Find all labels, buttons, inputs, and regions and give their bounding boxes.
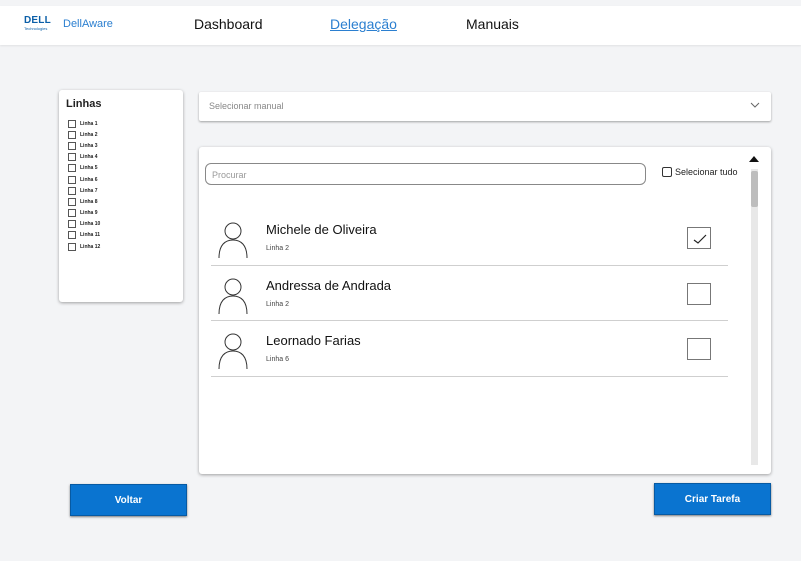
linha-label: Linha 4 (80, 154, 98, 161)
person-name: Leornado Farias (266, 333, 361, 348)
nav-dashboard[interactable]: Dashboard (194, 16, 263, 32)
nav-manuais[interactable]: Manuais (466, 16, 519, 32)
linha-checkbox[interactable] (68, 209, 76, 218)
linha-filter-item[interactable]: Linha 3 (68, 140, 100, 151)
checkmark-icon (693, 234, 707, 244)
linha-filter-item[interactable]: Linha 7 (68, 185, 100, 196)
logo-wordmark: DELL (24, 15, 51, 26)
back-button[interactable]: Voltar (70, 484, 187, 516)
user-avatar-icon (218, 333, 248, 370)
linha-label: Linha 3 (80, 142, 98, 149)
top-bar: DELL Technologies DellAware Dashboard De… (0, 6, 801, 45)
linha-filter-item[interactable]: Linha 1 (68, 118, 100, 129)
linha-checkbox[interactable] (68, 186, 76, 195)
manual-select[interactable]: Selecionar manual (199, 92, 771, 121)
linha-filter-item[interactable]: Linha 11 (68, 230, 100, 241)
person-line: Linha 6 (266, 356, 289, 363)
linha-label: Linha 1 (80, 120, 98, 127)
manual-select-placeholder: Selecionar manual (209, 101, 284, 111)
linha-checkbox[interactable] (68, 175, 76, 184)
nav-delegacao[interactable]: Delegação (330, 16, 397, 32)
person-name: Michele de Oliveira (266, 222, 377, 237)
search-input[interactable]: Procurar (205, 163, 646, 185)
scrollbar-thumb[interactable] (751, 171, 758, 207)
linha-label: Linha 12 (80, 243, 101, 250)
linha-filter-item[interactable]: Linha 5 (68, 163, 100, 174)
linhas-list: Linha 1 Linha 2 Linha 3 Linha 4 Linha 5 Linha… (68, 118, 100, 252)
dell-logo[interactable]: DELL Technologies (24, 16, 54, 36)
linha-label: Linha 6 (80, 176, 98, 183)
person-row: Andressa de Andrada Linha 2 (211, 266, 728, 321)
linha-checkbox[interactable] (68, 141, 76, 150)
linha-label: Linha 11 (80, 232, 101, 239)
person-line: Linha 2 (266, 245, 289, 252)
person-checkbox[interactable] (687, 338, 711, 360)
linha-label: Linha 7 (80, 187, 98, 194)
select-all-checkbox[interactable] (662, 167, 672, 177)
create-task-button[interactable]: Criar Tarefa (654, 483, 771, 515)
linha-filter-item[interactable]: Linha 10 (68, 219, 100, 230)
linha-filter-item[interactable]: Linha 8 (68, 196, 100, 207)
linha-checkbox[interactable] (68, 164, 76, 173)
linha-label: Linha 5 (80, 165, 98, 172)
linha-label: Linha 9 (80, 210, 98, 217)
person-checkbox[interactable] (687, 282, 711, 305)
linha-filter-item[interactable]: Linha 9 (68, 208, 100, 219)
linha-label: Linha 8 (80, 198, 98, 205)
person-checkbox[interactable] (687, 227, 711, 249)
person-line: Linha 2 (266, 300, 289, 308)
linha-filter-item[interactable]: Linha 2 (68, 129, 100, 140)
people-list: Michele de Oliveira Linha 2 Andressa de An… (211, 210, 728, 377)
linha-checkbox[interactable] (68, 130, 76, 139)
linhas-filter-panel: Linhas Linha 1 Linha 2 Linha 3 Linha 4 Linha… (59, 90, 183, 302)
people-panel: Procurar Selecionar tudo Michele de Oliv… (199, 147, 771, 474)
app-brand[interactable]: DellAware (63, 18, 113, 30)
person-row: Leornado Farias Linha 6 (211, 321, 728, 377)
linha-checkbox[interactable] (68, 153, 76, 162)
linha-checkbox[interactable] (68, 197, 76, 206)
linha-label: Linha 10 (80, 221, 101, 228)
linha-checkbox[interactable] (68, 119, 76, 128)
linha-filter-item[interactable]: Linha 12 (68, 241, 100, 252)
search-placeholder: Procurar (212, 170, 247, 180)
scroll-up-arrow-icon[interactable] (749, 156, 759, 162)
user-avatar-icon (218, 278, 248, 314)
logo-subtext: Technologies (24, 26, 48, 31)
linha-checkbox[interactable] (68, 242, 76, 251)
select-all-toggle[interactable]: Selecionar tudo (662, 167, 738, 177)
linha-filter-item[interactable]: Linha 4 (68, 152, 100, 163)
linha-checkbox[interactable] (68, 231, 76, 240)
chevron-down-icon (750, 102, 760, 108)
scrollbar-track[interactable] (751, 169, 758, 465)
person-name: Andressa de Andrada (266, 277, 392, 293)
linha-checkbox[interactable] (68, 220, 76, 229)
user-avatar-icon (218, 222, 248, 259)
linha-label: Linha 2 (80, 131, 98, 138)
person-row: Michele de Oliveira Linha 2 (211, 210, 728, 266)
linha-filter-item[interactable]: Linha 6 (68, 174, 100, 185)
select-all-label: Selecionar tudo (675, 167, 738, 177)
linhas-title: Linhas (66, 98, 102, 110)
